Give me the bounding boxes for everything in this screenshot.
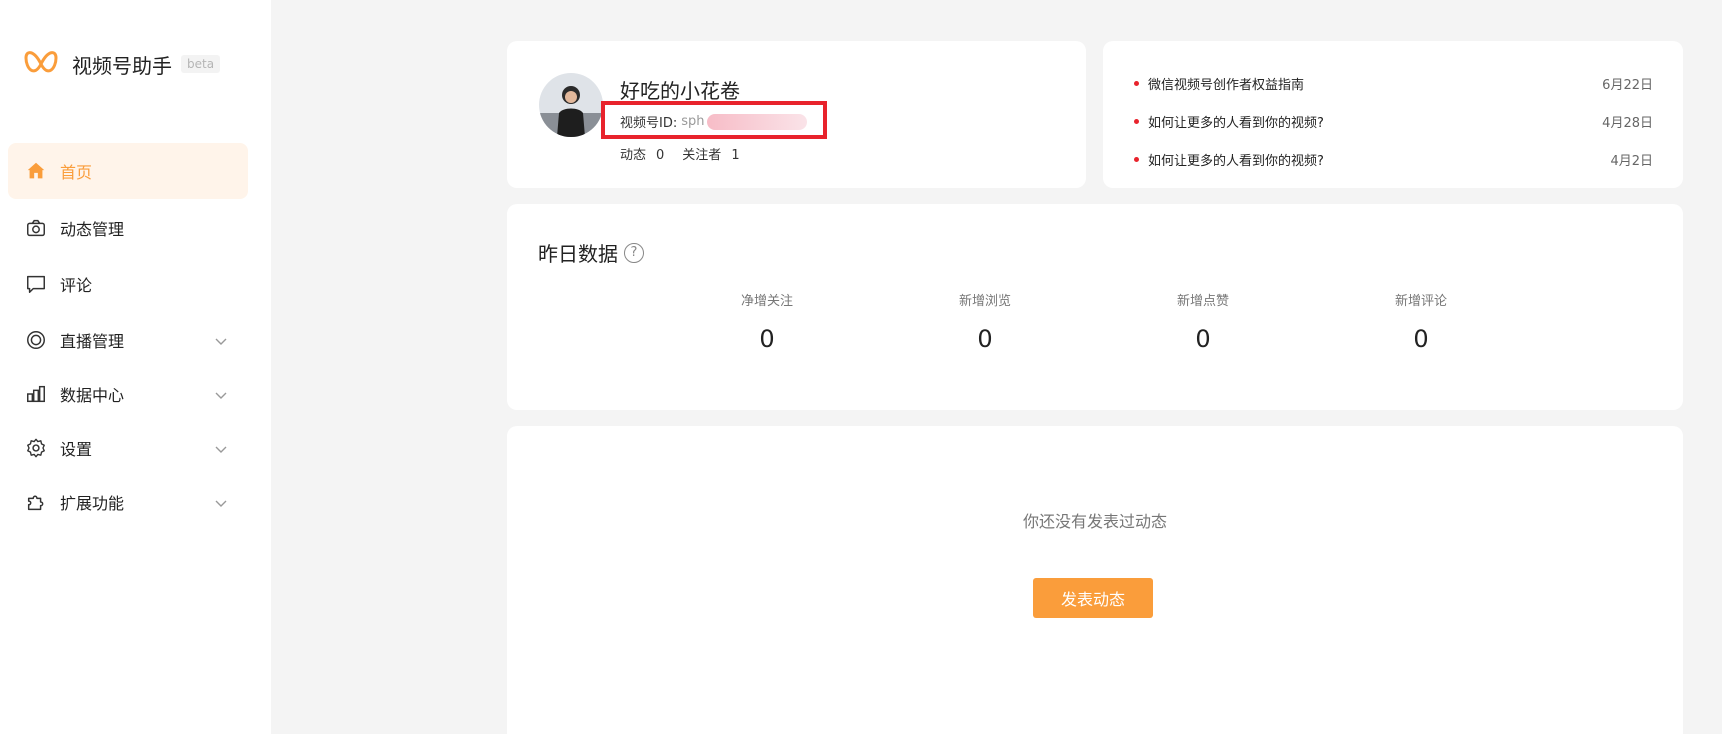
profile-nickname: 好吃的小花卷 xyxy=(620,79,740,103)
sidebar-item-home[interactable]: 首页 xyxy=(8,143,248,199)
announcement-date: 4月28日 xyxy=(1602,115,1653,131)
metric-label: 新增浏览 xyxy=(958,294,1011,309)
announcement-item[interactable]: 如何让更多的人看到你的视频? 4月2日 xyxy=(1134,149,1653,169)
chevron-down-icon xyxy=(214,441,228,455)
announcement-date: 4月2日 xyxy=(1610,153,1653,169)
bullet-dot xyxy=(1134,118,1139,124)
sidebar-item-settings[interactable]: 设置 xyxy=(8,420,248,476)
metric-label: 新增评论 xyxy=(1394,294,1447,309)
yesterday-title: 昨日数据 ? xyxy=(538,238,644,267)
yesterday-stats-card: 昨日数据 ? 净增关注 0 新增浏览 0 新增点赞 0 新增评论 0 xyxy=(507,204,1683,410)
followers-stat: 关注者 1 xyxy=(682,144,739,163)
empty-state-text: 你还没有发表过动态 xyxy=(1022,512,1167,531)
brand-logo[interactable]: 视频号助手 beta xyxy=(22,46,221,82)
sidebar-item-posts[interactable]: 动态管理 xyxy=(8,200,248,256)
sidebar: 视频号助手 beta 首页 动态管理 评论 直播管理 数据中心 设置 扩展功能 xyxy=(0,0,271,734)
profile-stats: 动态 0 关注者 1 xyxy=(620,144,758,163)
avatar[interactable] xyxy=(539,73,603,137)
followers-count: 1 xyxy=(731,148,740,163)
announcement-title: 如何让更多的人看到你的视频? xyxy=(1148,153,1324,169)
gear-icon xyxy=(25,437,47,459)
comment-icon xyxy=(25,273,47,295)
channels-logo-icon xyxy=(24,51,58,73)
announcement-title: 微信视频号创作者权益指南 xyxy=(1148,77,1305,93)
announcement-date: 6月22日 xyxy=(1602,77,1653,93)
sidebar-item-label: 设置 xyxy=(60,440,93,459)
bullet-dot xyxy=(1134,80,1139,86)
metric-label: 新增点赞 xyxy=(1176,294,1229,309)
bullet-dot xyxy=(1134,156,1139,162)
help-icon[interactable]: ? xyxy=(624,242,644,263)
sidebar-item-comments[interactable]: 评论 xyxy=(8,256,248,312)
camera-icon xyxy=(25,217,47,239)
chevron-down-icon xyxy=(214,387,228,401)
metric-new-comments: 新增评论 0 xyxy=(1331,290,1511,353)
posts-card: 你还没有发表过动态 发表动态 xyxy=(507,426,1683,734)
chevron-down-icon xyxy=(214,495,228,509)
metric-label: 净增关注 xyxy=(740,294,793,309)
sidebar-item-label: 直播管理 xyxy=(60,332,125,351)
sidebar-item-data-center[interactable]: 数据中心 xyxy=(8,366,248,422)
sidebar-item-label: 数据中心 xyxy=(60,386,125,405)
publish-post-button[interactable]: 发表动态 xyxy=(1033,578,1153,618)
home-icon xyxy=(25,160,47,182)
posts-label: 动态 xyxy=(620,148,647,163)
section-title: 昨日数据 xyxy=(538,242,618,266)
announcement-title: 如何让更多的人看到你的视频? xyxy=(1148,115,1324,131)
sidebar-item-label: 评论 xyxy=(60,276,93,295)
metric-value: 0 xyxy=(1413,325,1429,353)
sidebar-item-label: 动态管理 xyxy=(60,220,125,239)
metric-new-views: 新增浏览 0 xyxy=(895,290,1075,353)
chart-icon xyxy=(25,383,47,405)
highlight-box xyxy=(601,101,827,139)
metric-net-followers: 净增关注 0 xyxy=(677,290,857,353)
followers-label: 关注者 xyxy=(682,148,722,163)
announcement-item[interactable]: 微信视频号创作者权益指南 6月22日 xyxy=(1134,73,1653,93)
beta-badge: beta xyxy=(181,55,221,73)
avatar-image xyxy=(539,73,603,137)
posts-stat: 动态 0 xyxy=(620,144,664,163)
metric-value: 0 xyxy=(977,325,993,353)
sidebar-item-extensions[interactable]: 扩展功能 xyxy=(8,474,248,530)
metric-value: 0 xyxy=(1195,325,1211,353)
brand-name: 视频号助手 xyxy=(72,53,172,78)
sidebar-item-label: 扩展功能 xyxy=(60,494,125,513)
announcement-item[interactable]: 如何让更多的人看到你的视频? 4月28日 xyxy=(1134,111,1653,131)
metric-value: 0 xyxy=(759,325,775,353)
posts-count: 0 xyxy=(656,148,665,163)
puzzle-icon xyxy=(25,491,47,513)
chevron-down-icon xyxy=(214,333,228,347)
sidebar-item-live[interactable]: 直播管理 xyxy=(8,312,248,368)
app-window: 视频号助手 beta 首页 动态管理 评论 直播管理 数据中心 设置 扩展功能 … xyxy=(0,0,1722,734)
live-icon xyxy=(25,329,47,351)
metric-new-likes: 新增点赞 0 xyxy=(1113,290,1293,353)
sidebar-item-label: 首页 xyxy=(60,163,93,182)
announcements-card: 微信视频号创作者权益指南 6月22日 如何让更多的人看到你的视频? 4月28日 … xyxy=(1103,41,1683,188)
